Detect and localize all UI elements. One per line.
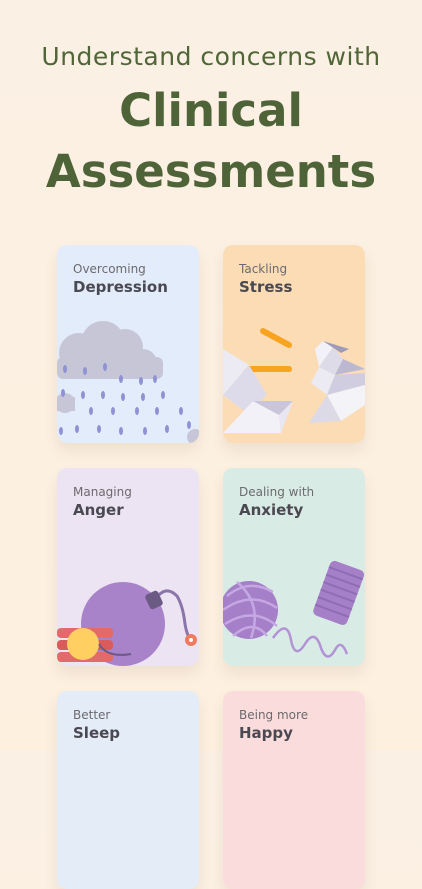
card-eyebrow: Overcoming [73,262,146,276]
card-title: Anger [73,501,124,519]
card-title: Stress [239,278,293,296]
page-subtitle: Understand concerns with [41,42,381,71]
card-eyebrow: Tackling [239,262,288,276]
card-anger[interactable]: Managing Anger [57,468,199,666]
card-eyebrow: Better [73,708,111,722]
page-title-line1: Clinical [119,84,303,137]
page-title-line2: Assessments [45,145,377,198]
card-sleep[interactable]: Better Sleep [57,691,199,889]
card-title: Happy [239,724,293,742]
card-eyebrow: Managing [73,485,132,499]
card-title: Depression [73,278,168,296]
card-happy[interactable]: Being more Happy [223,691,365,889]
card-title: Sleep [73,724,121,742]
card-anxiety[interactable]: Dealing with Anxiety [223,468,365,666]
card-eyebrow: Dealing with [239,485,315,499]
card-stress[interactable]: Tackling Stress [223,245,365,443]
card-title: Anxiety [239,501,304,519]
card-eyebrow: Being more [239,708,309,722]
card-depression[interactable]: Overcoming Depression [57,245,199,443]
